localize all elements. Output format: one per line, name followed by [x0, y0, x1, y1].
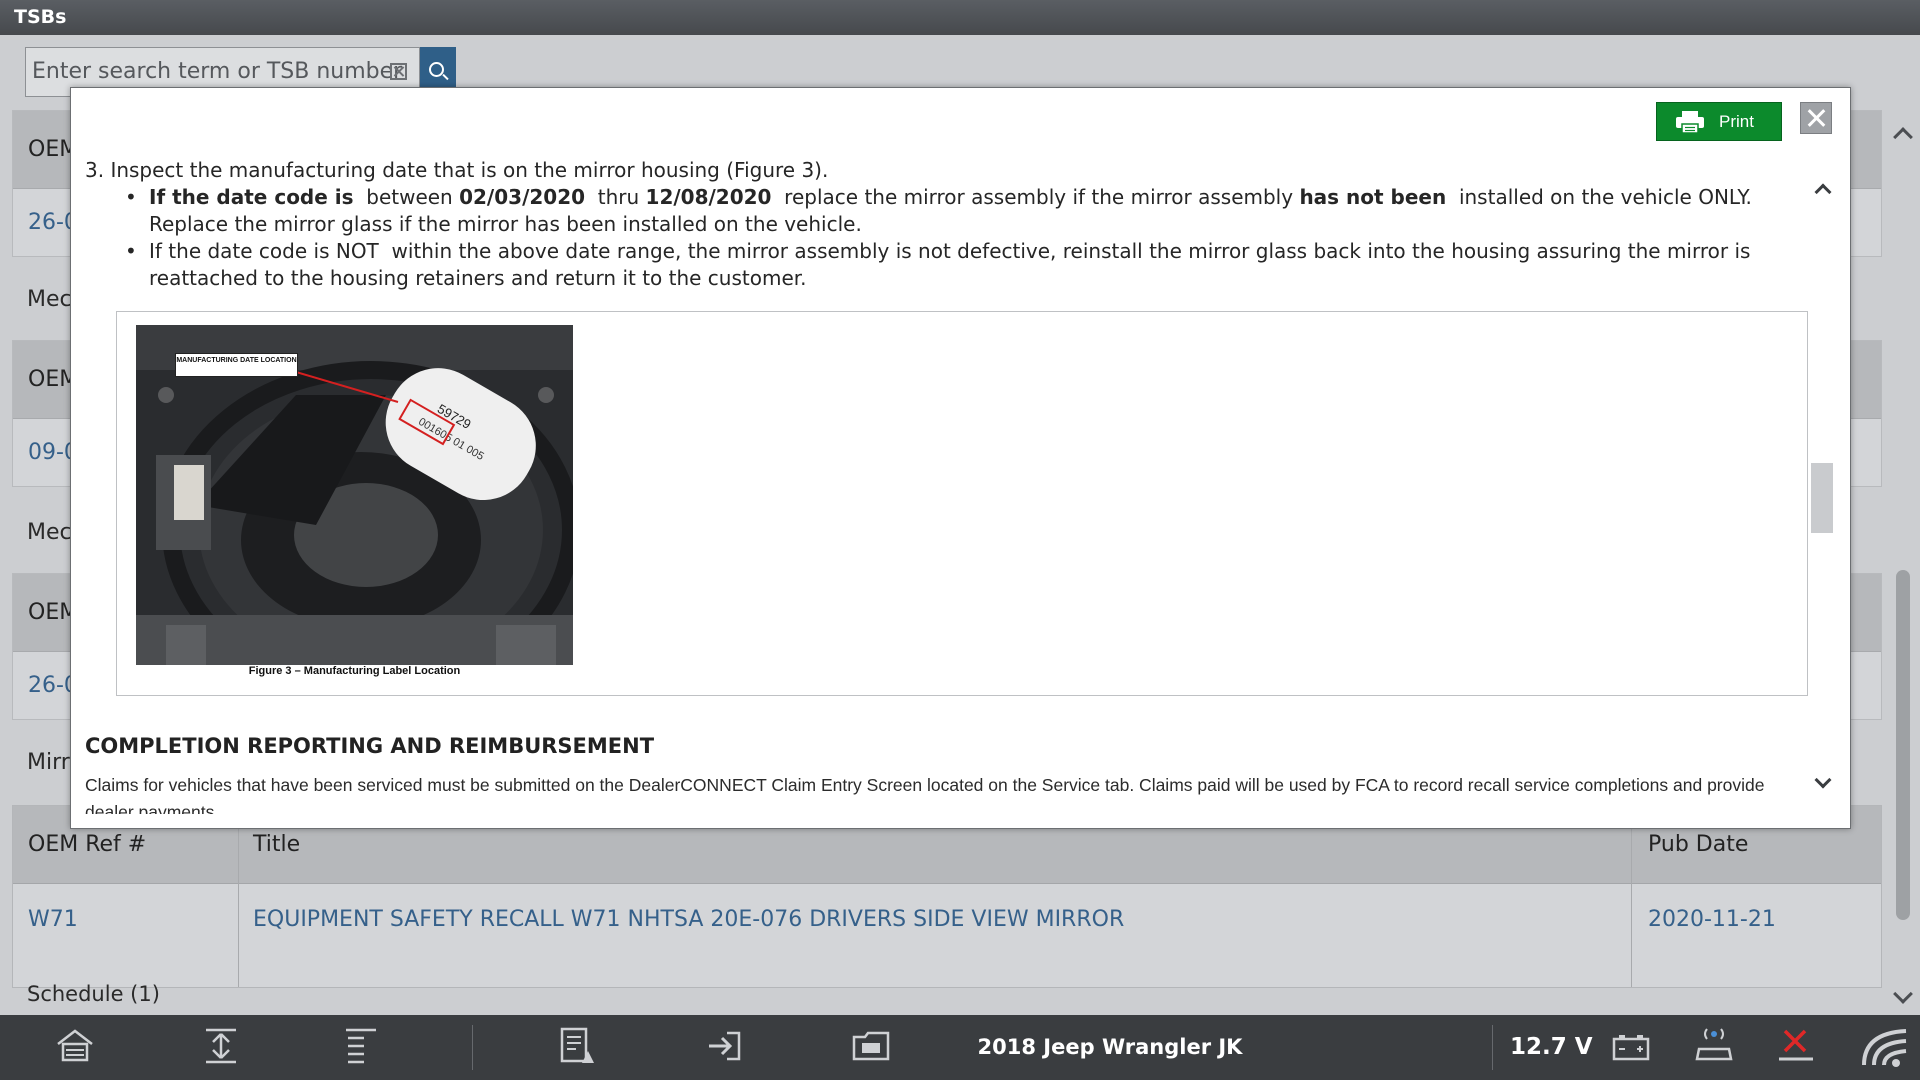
collapse-all-icon[interactable]: [340, 1025, 382, 1067]
folder-icon[interactable]: [850, 1025, 892, 1067]
section-label: Mec: [27, 520, 72, 545]
document-content: 3. Inspect the manufacturing date that i…: [85, 156, 1815, 814]
vehicle-name: 2018 Jeep Wrangler JK: [977, 1035, 1243, 1059]
modal-scrollbar-thumb[interactable]: [1811, 463, 1833, 533]
figure-caption: Figure 3 – Manufacturing Label Location: [248, 665, 461, 677]
close-button[interactable]: [1800, 102, 1832, 134]
battery-icon: [1612, 1035, 1650, 1061]
bullet-continuation: Replace the mirror glass if the mirror h…: [149, 212, 862, 236]
section-label: Mec: [27, 287, 72, 312]
mirror-housing-photo: 59729 001605 01 005 MANUFACTURING DATE L…: [136, 325, 573, 665]
table-row[interactable]: W71 EQUIPMENT SAFETY RECALL W71 NHTSA 20…: [13, 884, 1881, 989]
modal-scroll-up-icon[interactable]: [1814, 183, 1832, 201]
print-label: Print: [1719, 112, 1754, 131]
emphasis-not-been: has not been: [1299, 185, 1447, 209]
tsb-document-modal: Print 3. Inspect the manufacturing date …: [70, 87, 1851, 829]
column-divider: [1631, 806, 1632, 987]
step-text: 3. Inspect the manufacturing date that i…: [85, 158, 829, 182]
bullet-item: • If the date code is NOT within the abo…: [125, 238, 1805, 292]
bullet-continuation: reattached to the housing retainers and …: [149, 266, 807, 290]
toolbar-divider: [1492, 1025, 1493, 1070]
scroll-up-icon[interactable]: [1893, 127, 1913, 147]
home-icon[interactable]: [54, 1025, 96, 1067]
modal-scroll-down-icon[interactable]: [1814, 771, 1832, 789]
section-label: Mirr: [27, 750, 70, 775]
bullet-text: If the date code is NOT within the above…: [149, 239, 1751, 263]
scrollbar-thumb[interactable]: [1896, 570, 1910, 920]
bottom-toolbar: 2018 Jeep Wrangler JK 12.7 V: [0, 1015, 1920, 1080]
toolbar-divider: [472, 1025, 473, 1070]
battery-voltage: 12.7 V: [1510, 1034, 1593, 1060]
row-title[interactable]: EQUIPMENT SAFETY RECALL W71 NHTSA 20E-07…: [253, 884, 1124, 956]
report-icon[interactable]: [556, 1025, 598, 1067]
figure-frame: 59729 001605 01 005 MANUFACTURING DATE L…: [116, 311, 1808, 696]
figure-callout-label: MANUFACTURING DATE LOCATION: [175, 353, 298, 377]
clear-search-icon[interactable]: [390, 63, 407, 80]
w71-table: OEM Ref # Title Pub Date W71 EQUIPMENT S…: [12, 805, 1882, 988]
wifi-icon: [1862, 1029, 1907, 1067]
exit-icon[interactable]: [703, 1025, 745, 1067]
date-end: 12/08/2020: [645, 185, 772, 209]
bullet-lead: If the date code is: [149, 185, 354, 209]
vci-icon[interactable]: [1693, 1025, 1735, 1067]
column-divider: [238, 806, 239, 987]
section-paragraph: Claims for vehicles that have been servi…: [85, 775, 1765, 814]
disconnect-icon[interactable]: [1775, 1025, 1817, 1067]
print-button[interactable]: Print: [1656, 102, 1782, 141]
expand-all-icon[interactable]: [200, 1025, 242, 1067]
row-ref[interactable]: W71: [28, 884, 78, 956]
section-heading: COMPLETION REPORTING AND REIMBURSEMENT: [85, 734, 655, 758]
search-placeholder: Enter search term or TSB number: [32, 59, 403, 84]
printer-icon: [1676, 111, 1704, 134]
scroll-down-icon[interactable]: [1893, 984, 1913, 1004]
bullet-item: • If the date code is between 02/03/2020…: [125, 184, 1805, 238]
app-title-bar: TSBs: [0, 0, 1920, 35]
date-start: 02/03/2020: [459, 185, 586, 209]
app-title: TSBs: [14, 6, 67, 28]
schedule-label: Schedule (1): [27, 982, 160, 1006]
row-date: 2020-11-21: [1648, 907, 1776, 932]
